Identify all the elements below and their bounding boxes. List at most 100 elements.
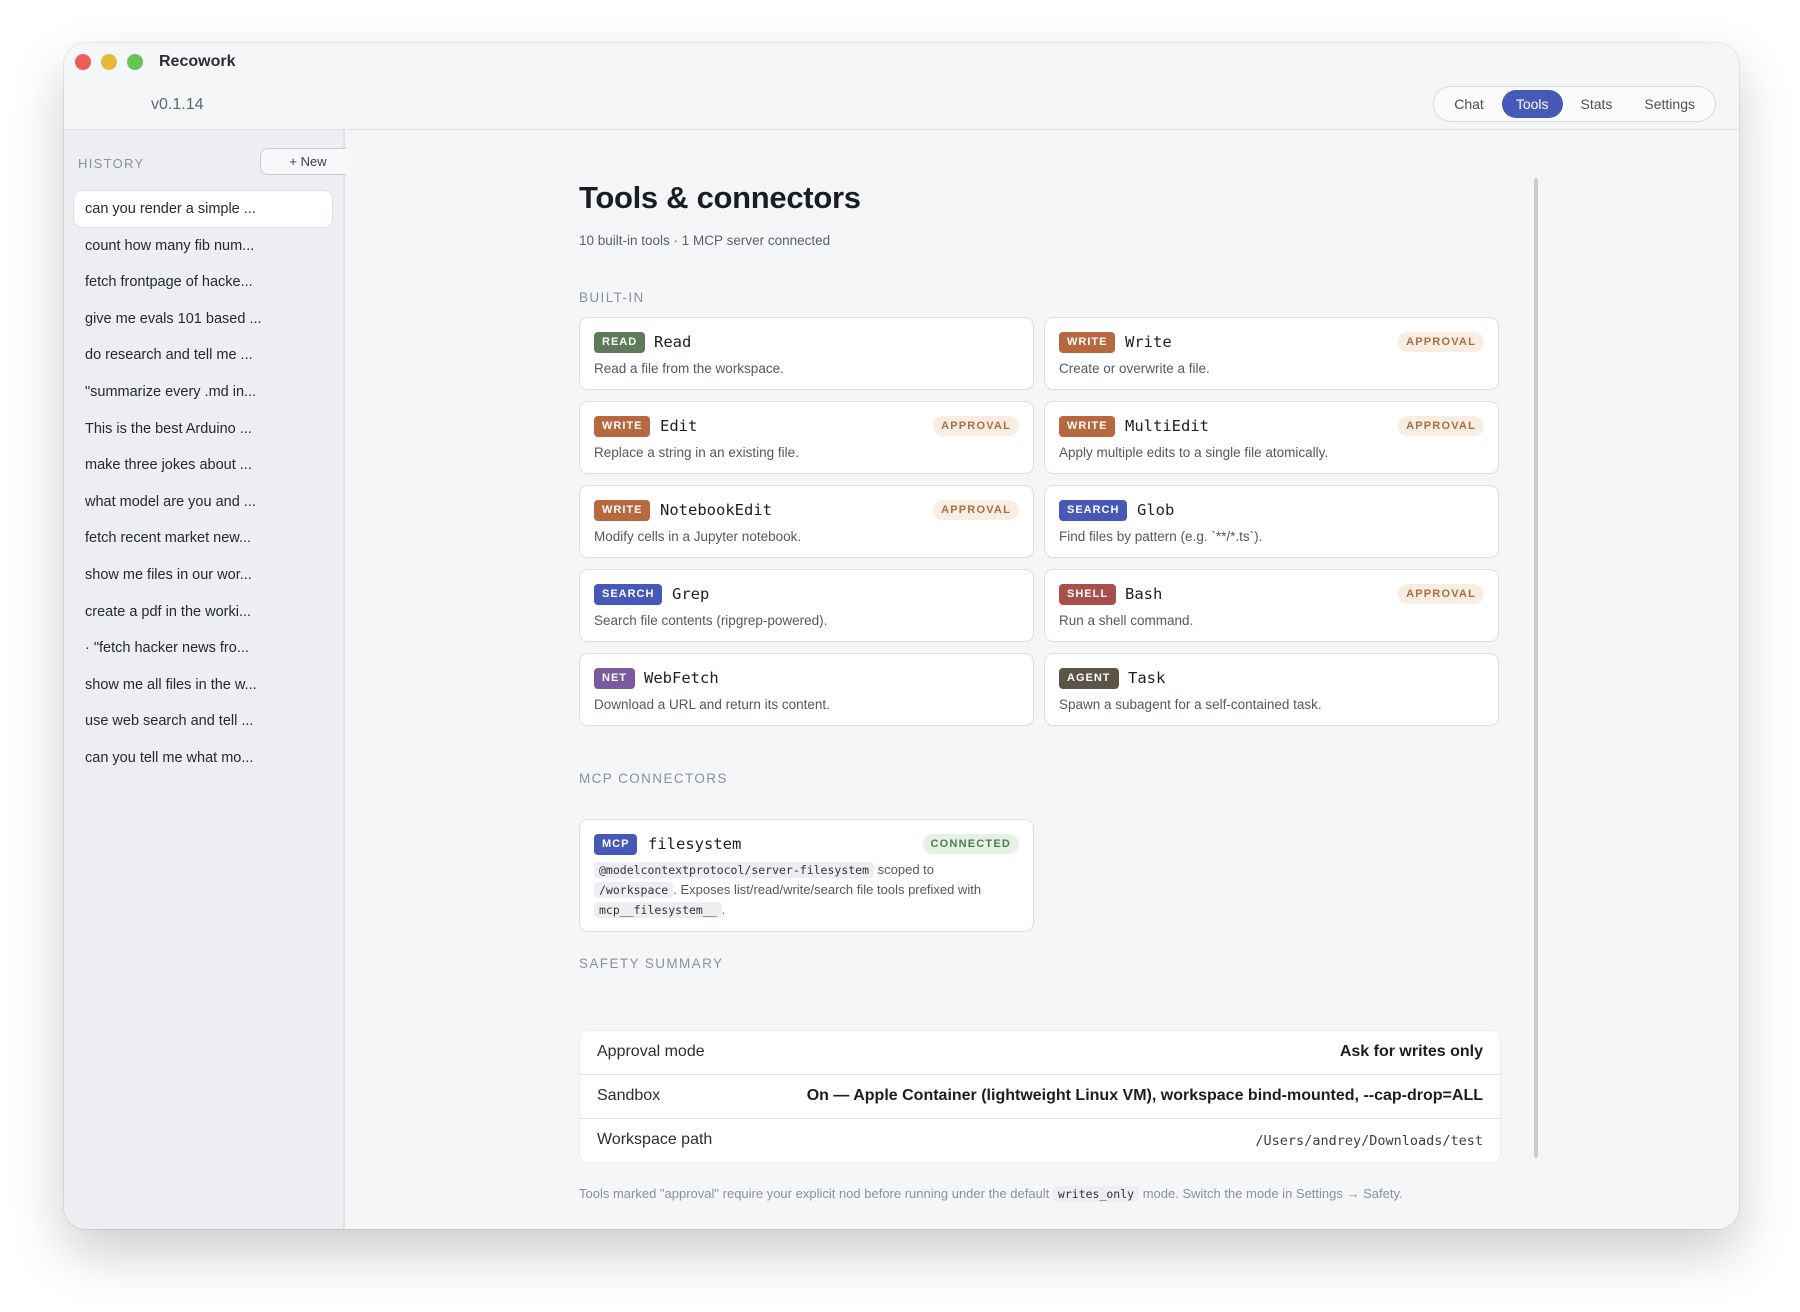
mcp-description: @modelcontextprotocol/server-filesystem …	[594, 860, 1019, 920]
tool-name: Grep	[672, 585, 710, 603]
safety-key: Approval mode	[597, 1043, 705, 1060]
connected-status-badge: CONNECTED	[922, 834, 1019, 854]
tool-description: Download a URL and return its content.	[594, 697, 830, 712]
history-item[interactable]: This is the best Arduino ...	[74, 411, 332, 447]
safety-key: Workspace path	[597, 1131, 713, 1148]
page-subtitle: 10 built-in tools · 1 MCP server connect…	[579, 233, 831, 248]
mcp-card-filesystem[interactable]: MCP filesystem CONNECTED @modelcontextpr…	[579, 819, 1034, 932]
tool-card-task[interactable]: AGENT Task Spawn a subagent for a self-c…	[1044, 653, 1499, 726]
history-item[interactable]: use web search and tell ...	[74, 703, 332, 739]
new-chat-button[interactable]: + New	[260, 148, 356, 175]
page-title: Tools & connectors	[579, 180, 861, 215]
zoom-window-button[interactable]	[127, 54, 143, 70]
section-label-builtin: BUILT-IN	[579, 290, 645, 305]
tool-description: Replace a string in an existing file.	[594, 445, 799, 460]
tab-tools[interactable]: Tools	[1501, 90, 1563, 118]
tool-badge: WRITE	[1059, 332, 1116, 353]
footnote: Tools marked "approval" require your exp…	[579, 1186, 1403, 1202]
tool-description: Spawn a subagent for a self-contained ta…	[1059, 697, 1322, 712]
history-list: can you render a simple ... count how ma…	[74, 191, 332, 777]
history-item[interactable]: "summarize every .md in...	[74, 374, 332, 410]
tool-name: NotebookEdit	[660, 501, 772, 519]
app-version: v0.1.14	[151, 96, 204, 113]
tool-badge: WRITE	[594, 416, 651, 437]
tab-settings[interactable]: Settings	[1630, 90, 1709, 118]
safety-summary-table: Approval mode Ask for writes only Sandbo…	[579, 1030, 1501, 1163]
tool-badge: SEARCH	[1059, 500, 1128, 521]
mcp-badge: MCP	[594, 834, 638, 855]
history-item[interactable]: do research and tell me ...	[74, 337, 332, 373]
tool-card-multiedit[interactable]: WRITE MultiEdit APPROVAL Apply multiple …	[1044, 401, 1499, 474]
tool-name: Glob	[1137, 501, 1175, 519]
main-panel: Tools & connectors 10 built-in tools · 1…	[346, 130, 1739, 1229]
app-window: Recowork v0.1.14 Chat Tools Stats Settin…	[64, 43, 1739, 1229]
tool-description: Apply multiple edits to a single file at…	[1059, 445, 1329, 460]
tool-description: Read a file from the workspace.	[594, 361, 784, 376]
history-item[interactable]: show me files in our wor...	[74, 557, 332, 593]
section-label-mcp: MCP CONNECTORS	[579, 771, 728, 786]
history-sidebar: HISTORY + New can you render a simple ..…	[64, 130, 356, 1229]
mcp-desc-text: .	[721, 902, 726, 917]
history-label: HISTORY	[78, 156, 145, 171]
footnote-text: Tools marked "approval" require your exp…	[579, 1186, 1050, 1201]
main-scrollbar[interactable]	[1534, 178, 1538, 1158]
footnote-text: mode. Switch the mode in Settings → Safe…	[1142, 1186, 1403, 1201]
tab-chat[interactable]: Chat	[1440, 90, 1498, 118]
tool-description: Modify cells in a Jupyter notebook.	[594, 529, 802, 544]
mcp-desc-text: scoped to	[874, 862, 935, 877]
minimize-window-button[interactable]	[101, 54, 117, 70]
safety-row-approval-mode: Approval mode Ask for writes only	[580, 1031, 1500, 1075]
history-item[interactable]: can you render a simple ...	[74, 191, 332, 227]
title-bar: Recowork v0.1.14 Chat Tools Stats Settin…	[64, 43, 1739, 130]
history-item[interactable]: can you tell me what mo...	[74, 740, 332, 776]
footnote-mode-code: writes_only	[1052, 1186, 1140, 1202]
history-item[interactable]: create a pdf in the worki...	[74, 594, 332, 630]
safety-value: /Users/andrey/Downloads/test	[1255, 1133, 1483, 1149]
tool-name: MultiEdit	[1125, 417, 1209, 435]
tool-card-write[interactable]: WRITE Write APPROVAL Create or overwrite…	[1044, 317, 1499, 390]
tool-badge: NET	[594, 668, 635, 689]
approval-badge: APPROVAL	[933, 500, 1019, 520]
tool-card-grep[interactable]: SEARCH Grep Search file contents (ripgre…	[579, 569, 1034, 642]
tool-card-glob[interactable]: SEARCH Glob Find files by pattern (e.g. …	[1044, 485, 1499, 558]
history-item[interactable]: · "fetch hacker news fro...	[74, 630, 332, 666]
history-item[interactable]: fetch frontpage of hacke...	[74, 264, 332, 300]
approval-badge: APPROVAL	[933, 416, 1019, 436]
safety-value: On — Apple Container (lightweight Linux …	[806, 1087, 1483, 1104]
tool-badge: AGENT	[1059, 668, 1119, 689]
tool-card-notebookedit[interactable]: WRITE NotebookEdit APPROVAL Modify cells…	[579, 485, 1034, 558]
close-window-button[interactable]	[75, 54, 91, 70]
app-title: Recowork	[159, 53, 236, 70]
tool-description: Find files by pattern (e.g. `**/*.ts`).	[1059, 529, 1263, 544]
safety-key: Sandbox	[597, 1087, 661, 1104]
history-item[interactable]: show me all files in the w...	[74, 667, 332, 703]
history-item[interactable]: make three jokes about ...	[74, 447, 332, 483]
safety-value: Ask for writes only	[1339, 1043, 1483, 1060]
history-item[interactable]: give me evals 101 based ...	[74, 301, 332, 337]
approval-badge: APPROVAL	[1398, 584, 1484, 604]
tool-name: Bash	[1125, 585, 1163, 603]
tool-description: Create or overwrite a file.	[1059, 361, 1210, 376]
history-item[interactable]: count how many fib num...	[74, 228, 332, 264]
tool-card-read[interactable]: READ Read Read a file from the workspace…	[579, 317, 1034, 390]
tool-card-bash[interactable]: SHELL Bash APPROVAL Run a shell command.	[1044, 569, 1499, 642]
section-label-safety: SAFETY SUMMARY	[579, 956, 724, 971]
mcp-path-code: /workspace	[594, 882, 674, 898]
tool-badge: READ	[594, 332, 646, 353]
tab-stats[interactable]: Stats	[1567, 90, 1627, 118]
main-nav: Chat Tools Stats Settings	[1433, 86, 1716, 122]
tool-name: Write	[1125, 333, 1172, 351]
tool-badge: WRITE	[1059, 416, 1116, 437]
history-item[interactable]: fetch recent market new...	[74, 520, 332, 556]
tool-description: Run a shell command.	[1059, 613, 1194, 628]
tool-badge: SHELL	[1059, 584, 1117, 605]
approval-badge: APPROVAL	[1398, 332, 1484, 352]
safety-row-sandbox: Sandbox On — Apple Container (lightweigh…	[580, 1075, 1500, 1119]
tool-badge: WRITE	[594, 500, 651, 521]
tool-badge: SEARCH	[594, 584, 663, 605]
approval-badge: APPROVAL	[1398, 416, 1484, 436]
tool-card-edit[interactable]: WRITE Edit APPROVAL Replace a string in …	[579, 401, 1034, 474]
tool-name: WebFetch	[644, 669, 719, 687]
history-item[interactable]: what model are you and ...	[74, 484, 332, 520]
tool-card-webfetch[interactable]: NET WebFetch Download a URL and return i…	[579, 653, 1034, 726]
